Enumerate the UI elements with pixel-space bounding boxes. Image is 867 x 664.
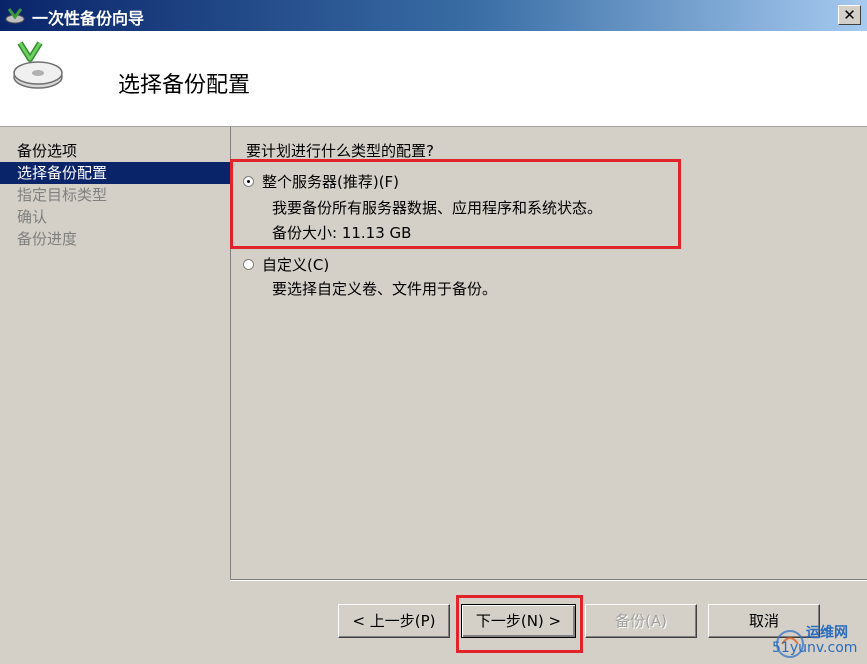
nav-step-progress: 备份进度 xyxy=(17,230,78,248)
close-button[interactable]: ✕ xyxy=(838,5,861,25)
backup-button: 备份(A) xyxy=(585,604,697,638)
backup-disk-icon xyxy=(13,41,63,89)
nav-step-select-config[interactable]: 选择备份配置 xyxy=(0,162,230,184)
nav-step-target-type: 指定目标类型 xyxy=(17,186,108,204)
nav-step-confirm: 确认 xyxy=(17,208,48,226)
wizard-header: 选择备份配置 xyxy=(0,31,867,127)
custom-description: 要选择自定义卷、文件用于备份。 xyxy=(272,280,498,298)
footer-separator xyxy=(230,579,867,581)
window-title: 一次性备份向导 xyxy=(32,9,145,28)
custom-radio[interactable] xyxy=(243,259,254,270)
title-bar: 一次性备份向导 ✕ xyxy=(0,0,867,31)
watermark-url: 51yunv.com xyxy=(772,640,858,656)
watermark-text: 运维网 xyxy=(806,625,848,641)
config-question: 要计划进行什么类型的配置? xyxy=(246,142,434,160)
close-icon: ✕ xyxy=(843,6,856,24)
backup-wizard-icon xyxy=(5,8,25,24)
wizard-steps-nav: 备份选项 选择备份配置 指定目标类型 确认 备份进度 xyxy=(0,140,230,250)
next-button-highlight xyxy=(456,595,583,653)
full-server-highlight xyxy=(230,159,681,249)
page-title: 选择备份配置 xyxy=(118,73,251,98)
back-button[interactable]: < 上一步(P) xyxy=(338,604,450,638)
custom-label[interactable]: 自定义(C) xyxy=(262,254,329,275)
nav-step-backup-options[interactable]: 备份选项 xyxy=(0,140,230,162)
